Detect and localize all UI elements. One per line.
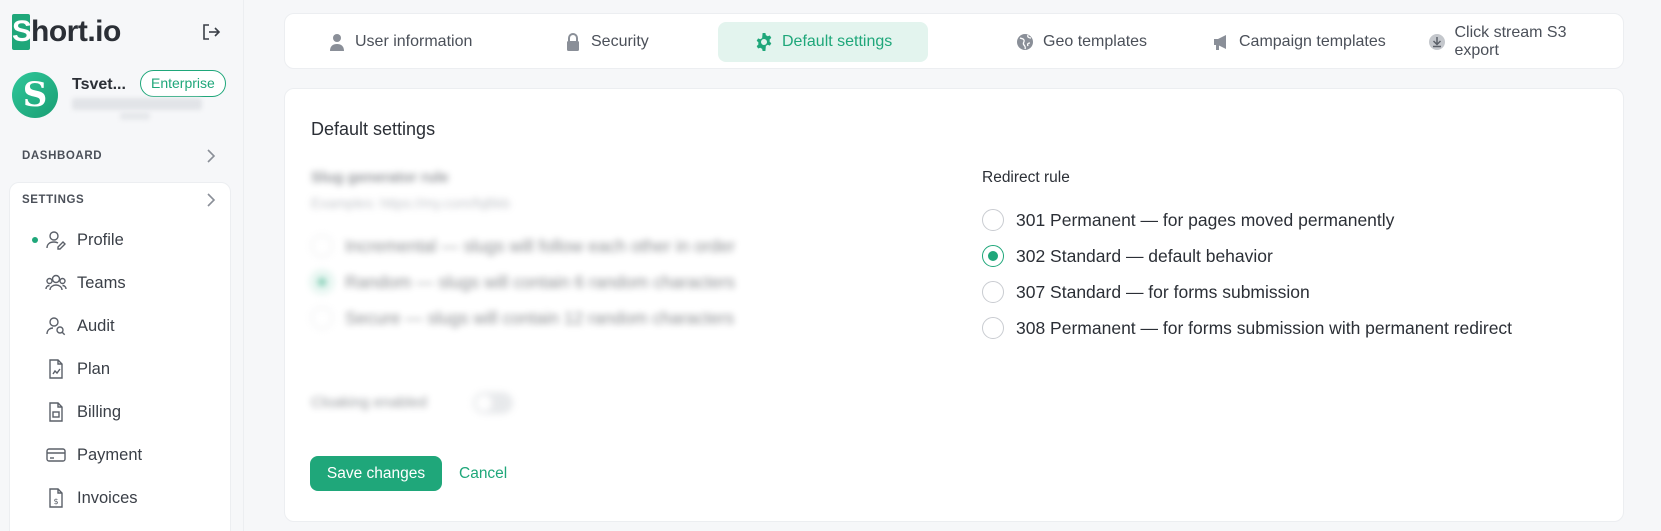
chevron-right-icon [207,193,216,207]
default-settings-card: Default settings Slug generator rule Exa… [284,88,1624,522]
tab-label: Default settings [782,33,893,50]
tab-label: Campaign templates [1239,33,1386,50]
redirect-option-301[interactable]: 301 Permanent — for pages moved permanen… [982,209,1394,231]
save-button[interactable]: Save changes [310,456,442,491]
radio-label: Incremental — slugs will follow each oth… [345,235,736,256]
radio-button[interactable] [982,209,1004,231]
sidebar-item-profile[interactable]: Profile [10,220,230,260]
globe-icon [1015,32,1035,52]
radio-label: Secure — slugs will contain 12 random ch… [345,307,735,328]
sidebar-item-label: Payment [77,445,143,464]
avatar: S [12,72,58,118]
sidebar-item-plan[interactable]: Plan [10,349,230,389]
dashboard-section[interactable]: DASHBOARD [10,138,230,174]
sidebar-item-label: Audit [77,316,115,335]
tab-default-settings[interactable]: Default settings [718,22,928,62]
billing-icon [49,402,63,422]
radio-label: Random — slugs will contain 6 random cha… [345,271,736,292]
radio-button[interactable] [982,317,1004,339]
user-profile[interactable]: S Tsvet... Enterprise [12,70,232,124]
radio-label: 308 Permanent — for forms submission wit… [1016,317,1513,338]
logo-row: Short.io [12,14,232,50]
user-email-redacted [72,98,202,110]
sidebar-item-label: Invoices [77,488,138,507]
tab-click-stream-s3-export[interactable]: Click stream S3 export [1415,22,1623,62]
radio-label: 301 Permanent — for pages moved permanen… [1016,209,1395,230]
sidebar-item-payment[interactable]: Payment [10,435,230,475]
chevron-right-icon [207,149,216,163]
radio-button[interactable] [311,271,333,293]
redirect-option-307[interactable]: 307 Standard — for forms submission [982,281,1310,303]
sidebar-item-label: Plan [77,359,111,378]
team-icon [45,274,67,291]
radio-button[interactable] [982,281,1004,303]
logout-icon [203,24,221,40]
tab-label: Security [591,33,649,50]
page-title: Default settings [311,119,436,139]
user-icon [327,32,347,52]
sidebar-item-teams[interactable]: Teams [10,263,230,303]
sidebar-item-label: Profile [77,230,124,249]
sidebar-item-audit[interactable]: Audit [10,306,230,346]
gear-icon [754,32,774,52]
dashboard-label: DASHBOARD [22,150,103,162]
redirect-rule-label: Redirect rule [982,169,1070,186]
card-icon [46,448,66,462]
tab-user-information[interactable]: User information [315,22,484,62]
settings-label: SETTINGS [22,194,85,206]
audit-icon [46,317,66,336]
user-edit-icon [46,231,66,250]
sidebar-item-label: Billing [77,402,122,421]
cancel-button[interactable]: Cancel [459,456,507,491]
svg-text:$: $ [54,497,59,506]
tab-security[interactable]: Security [551,22,661,62]
cloaking-toggle[interactable] [473,392,513,414]
sidebar-item-label: Teams [77,273,126,292]
radio-button[interactable] [982,245,1004,267]
megaphone-icon [1211,32,1231,52]
lock-icon [563,32,583,52]
settings-section[interactable]: SETTINGS [10,182,230,218]
logo[interactable]: Short.io [12,14,121,50]
tab-label: User information [355,33,473,50]
slug-option-random[interactable]: Random — slugs will contain 6 random cha… [311,271,735,293]
slug-rule-label: Slug generator rule [311,169,449,186]
redirect-option-308[interactable]: 308 Permanent — for forms submission wit… [982,317,1512,339]
invoice-icon: $ [49,488,63,508]
download-icon [1427,32,1446,52]
plan-icon [49,359,63,379]
slug-option-secure[interactable]: Secure — slugs will contain 12 random ch… [311,307,734,329]
logout-button[interactable] [197,20,225,44]
sidebar-item-billing[interactable]: Billing [10,392,230,432]
radio-button[interactable] [311,307,333,329]
active-dot [32,237,38,243]
radio-label: 307 Standard — for forms submission [1016,281,1310,302]
settings-tabs: User information Security Default settin… [284,13,1624,69]
sidebar-item-invoices[interactable]: $ Invoices [10,478,230,518]
tab-campaign-templates[interactable]: Campaign templates [1199,22,1398,62]
redirect-option-302[interactable]: 302 Standard — default behavior [982,245,1273,267]
tab-label: Geo templates [1043,33,1148,50]
logo-text: hort.io [31,15,121,48]
tab-geo-templates[interactable]: Geo templates [1003,22,1159,62]
user-name: Tsvet... [72,76,126,93]
plan-badge: Enterprise [140,70,226,97]
cloaking-label: Cloaking enabled [311,394,427,411]
slug-example: Examples: https://my.com/fqBkb [311,195,510,211]
radio-button[interactable] [311,235,333,257]
user-email-redacted-2 [120,112,150,120]
slug-option-incremental[interactable]: Incremental — slugs will follow each oth… [311,235,735,257]
radio-label: 302 Standard — default behavior [1016,245,1273,266]
sidebar: Short.io S Tsvet... Enterprise DASHBOARD… [0,0,244,531]
logo-mark: S [12,14,32,50]
tab-label: Click stream S3 export [1454,24,1567,59]
